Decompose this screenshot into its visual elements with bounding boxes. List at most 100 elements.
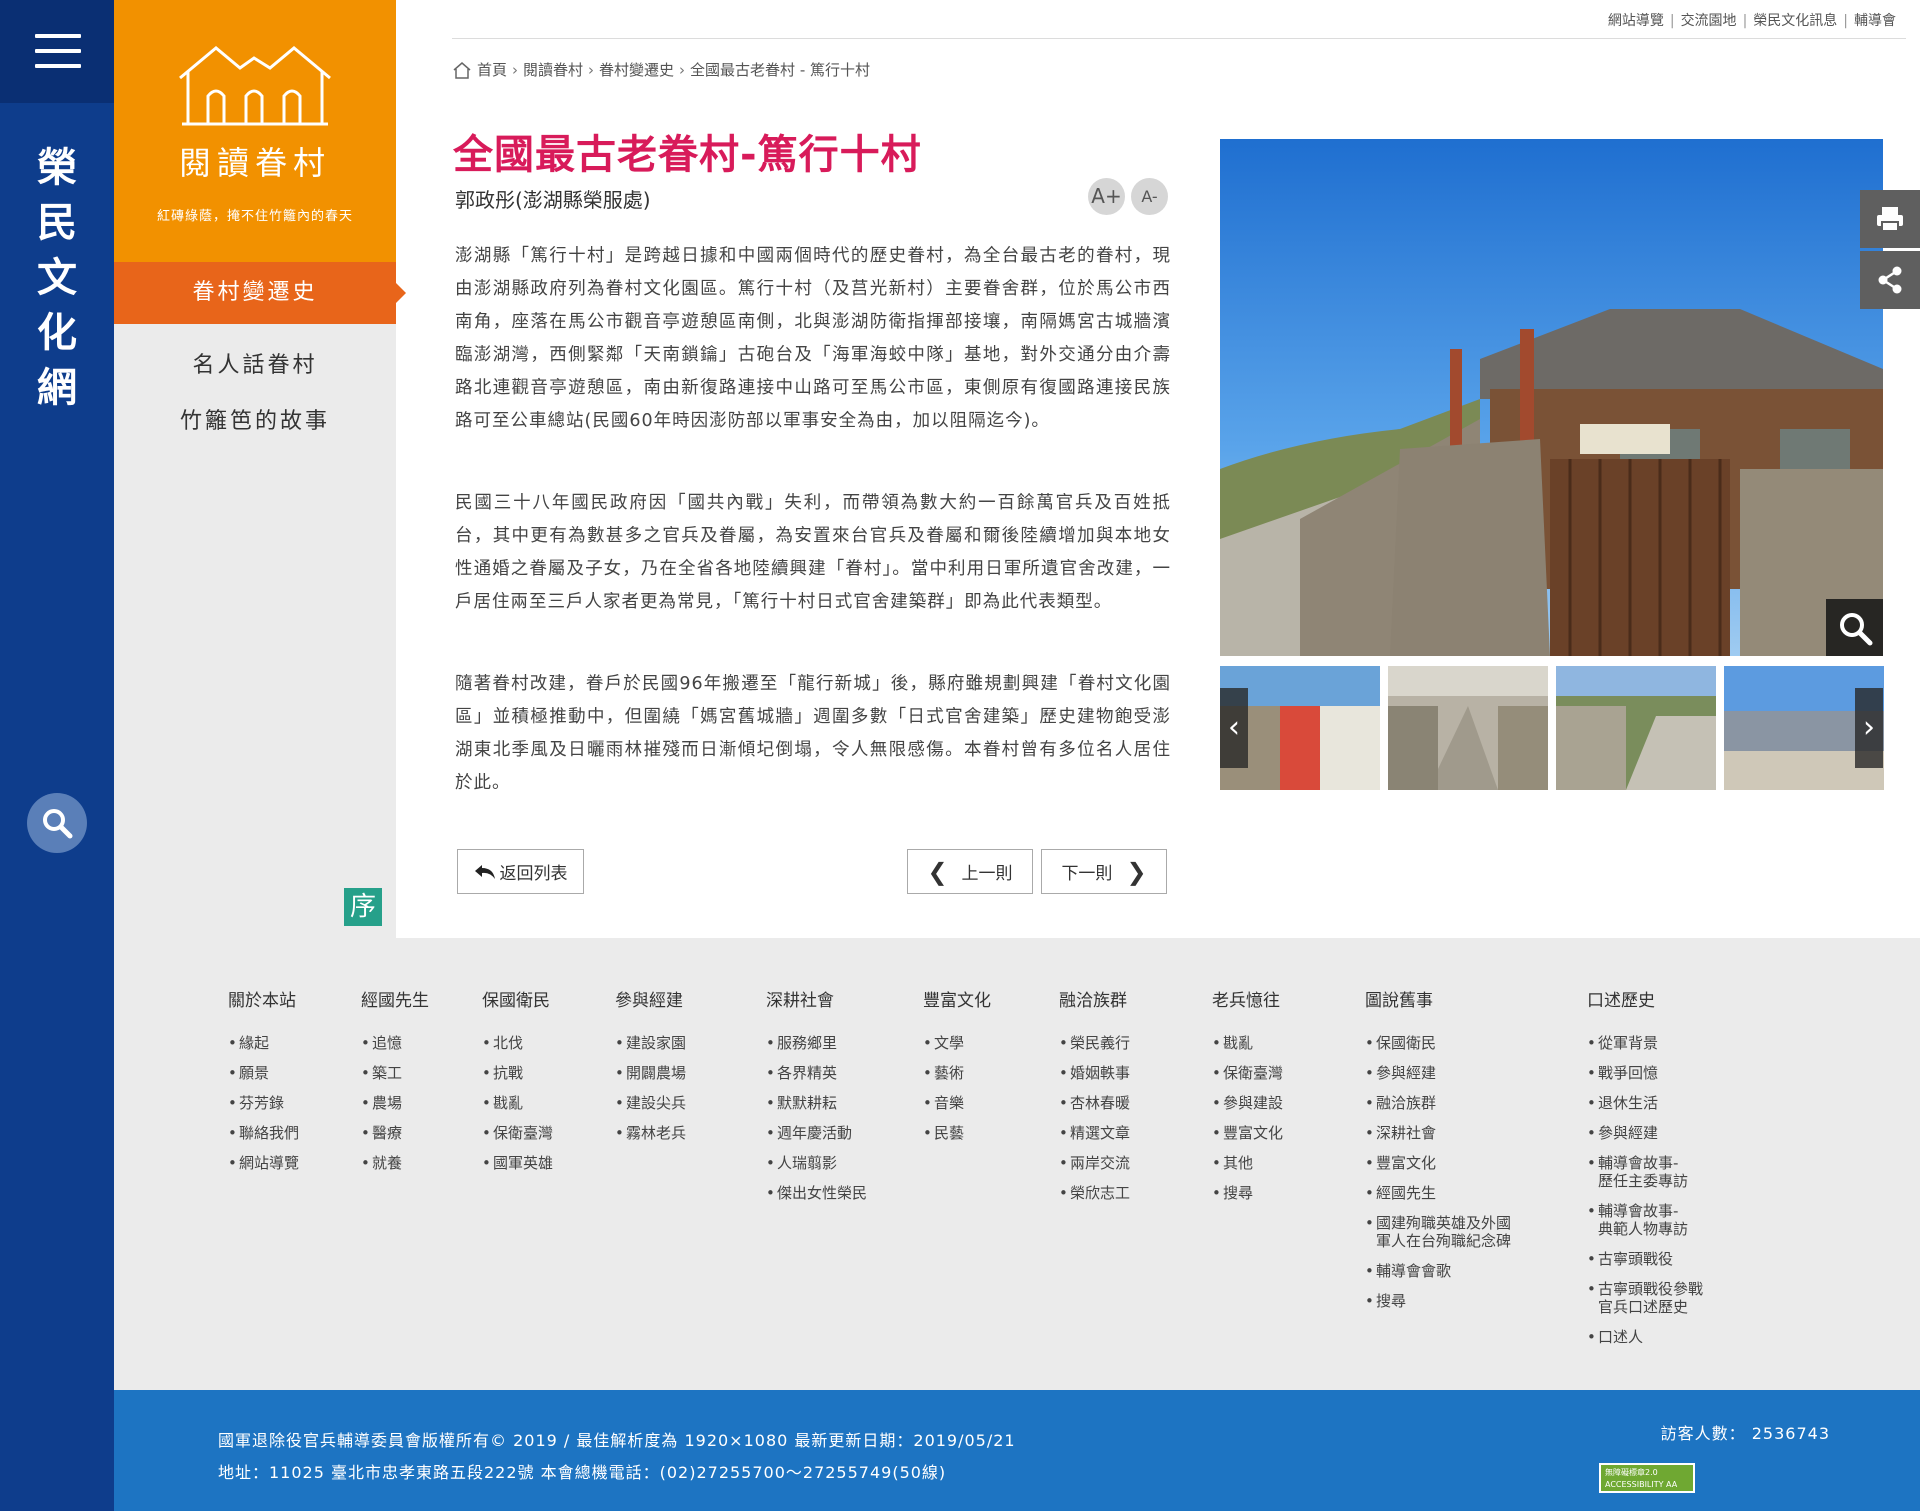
toplink[interactable]: 交流園地 (1681, 13, 1737, 29)
accessibility-badge[interactable]: 無障礙標章2.0 ACCESSIBILITY AA (1599, 1463, 1695, 1493)
print-icon (1877, 207, 1903, 232)
footer-link[interactable]: 杏林春暖 (1059, 1094, 1130, 1112)
footer-link[interactable]: 榮欣志工 (1059, 1184, 1130, 1202)
footer-column-title[interactable]: 經國先生 (361, 986, 429, 1011)
previous-button[interactable]: ❮ 上一則 (907, 849, 1033, 894)
print-button[interactable] (1860, 190, 1920, 248)
next-button[interactable]: 下一則 ❯ (1041, 849, 1167, 894)
footer-link[interactable]: 搜尋 (1212, 1184, 1283, 1202)
footer-link[interactable]: 聯絡我們 (228, 1124, 299, 1142)
footer-link[interactable]: 醫療 (361, 1124, 429, 1142)
footer-link[interactable]: 參與建設 (1212, 1094, 1283, 1112)
font-increase-button[interactable]: A+ (1088, 178, 1125, 215)
footer-link[interactable]: 農場 (361, 1094, 429, 1112)
sidebar-item-active[interactable]: 眷村變遷史 (114, 262, 406, 324)
footer-link[interactable]: 婚姻軼事 (1059, 1064, 1130, 1082)
footer-column-title[interactable]: 豐富文化 (923, 986, 991, 1011)
footer-link[interactable]: 網站導覽 (228, 1154, 299, 1172)
footer-link[interactable]: 民藝 (923, 1124, 991, 1142)
font-decrease-button[interactable]: A- (1131, 178, 1168, 215)
footer-link[interactable]: 追憶 (361, 1034, 429, 1052)
share-button[interactable] (1860, 251, 1920, 309)
footer-link[interactable]: 融洽族群 (1365, 1094, 1545, 1112)
footer-column-title[interactable]: 關於本站 (228, 986, 299, 1011)
sidebar-item[interactable]: 竹籬笆的故事 (114, 403, 396, 435)
footer-column-title[interactable]: 參與經建 (615, 986, 686, 1011)
sidebar-item[interactable]: 名人話眷村 (114, 347, 396, 379)
footer-link[interactable]: 榮民義行 (1059, 1034, 1130, 1052)
footer-column-title[interactable]: 圖說舊事 (1365, 986, 1545, 1011)
footer-link[interactable]: 保國衛民 (1365, 1034, 1545, 1052)
home-icon[interactable] (452, 61, 472, 79)
breadcrumb-item[interactable]: 首頁 (477, 59, 507, 80)
footer-link[interactable]: 芬芳錄 (228, 1094, 299, 1112)
footer-link[interactable]: 口述人 (1587, 1328, 1737, 1346)
footer-link[interactable]: 就養 (361, 1154, 429, 1172)
footer-link[interactable]: 各界精英 (766, 1064, 867, 1082)
footer-link[interactable]: 戡亂 (482, 1094, 553, 1112)
footer-link[interactable]: 豐富文化 (1212, 1124, 1283, 1142)
footer-link[interactable]: 音樂 (923, 1094, 991, 1112)
footer-link[interactable]: 戰爭回憶 (1587, 1064, 1737, 1082)
main-photo[interactable] (1220, 139, 1883, 656)
footer-link[interactable]: 古寧頭戰役參戰 官兵口述歷史 (1587, 1280, 1737, 1316)
footer-link[interactable]: 保衛臺灣 (1212, 1064, 1283, 1082)
footer-link[interactable]: 兩岸交流 (1059, 1154, 1130, 1172)
footer-link[interactable]: 抗戰 (482, 1064, 553, 1082)
footer-column-title[interactable]: 融洽族群 (1059, 986, 1130, 1011)
footer-link[interactable]: 霧林老兵 (615, 1124, 686, 1142)
footer-link[interactable]: 國建殉職英雄及外國 軍人在台殉職紀念碑 (1365, 1214, 1545, 1250)
footer-column-title[interactable]: 保國衛民 (482, 986, 553, 1011)
house-logo-icon (179, 46, 331, 126)
footer-link[interactable]: 願景 (228, 1064, 299, 1082)
footer-link[interactable]: 建設家園 (615, 1034, 686, 1052)
footer-link[interactable]: 從軍背景 (1587, 1034, 1737, 1052)
footer-column-title[interactable]: 老兵憶往 (1212, 986, 1283, 1011)
footer-link[interactable]: 開闢農場 (615, 1064, 686, 1082)
footer-link[interactable]: 北伐 (482, 1034, 553, 1052)
preface-badge[interactable]: 序 (344, 888, 382, 926)
toplink[interactable]: 輔導會 (1854, 13, 1896, 29)
breadcrumb-item[interactable]: 閱讀眷村 (523, 59, 583, 80)
back-to-list-button[interactable]: 返回列表 (457, 849, 584, 894)
footer-link[interactable]: 豐富文化 (1365, 1154, 1545, 1172)
footer-column-title[interactable]: 深耕社會 (766, 986, 867, 1011)
footer-link[interactable]: 建設尖兵 (615, 1094, 686, 1112)
thumbnail[interactable] (1556, 666, 1716, 790)
footer-link[interactable]: 戡亂 (1212, 1034, 1283, 1052)
zoom-button[interactable] (1826, 599, 1883, 656)
footer-link[interactable]: 築工 (361, 1064, 429, 1082)
thumbnail-next-arrow[interactable]: › (1855, 688, 1883, 768)
footer-link[interactable]: 參與經建 (1365, 1064, 1545, 1082)
footer-link[interactable]: 傑出女性榮民 (766, 1184, 867, 1202)
breadcrumb-item[interactable]: 眷村變遷史 (599, 59, 674, 80)
footer-link[interactable]: 其他 (1212, 1154, 1283, 1172)
footer-link[interactable]: 緣起 (228, 1034, 299, 1052)
search-button[interactable] (27, 793, 87, 853)
footer-link[interactable]: 服務鄉里 (766, 1034, 867, 1052)
footer-link[interactable]: 輔導會故事- 歷任主委專訪 (1587, 1154, 1737, 1190)
footer-column-title[interactable]: 口述歷史 (1587, 986, 1737, 1011)
footer-link[interactable]: 深耕社會 (1365, 1124, 1545, 1142)
toplink[interactable]: 榮民文化訊息 (1753, 13, 1837, 29)
footer-link[interactable]: 輔導會會歌 (1365, 1262, 1545, 1280)
footer-link[interactable]: 古寧頭戰役 (1587, 1250, 1737, 1268)
footer-link[interactable]: 輔導會故事- 典範人物專訪 (1587, 1202, 1737, 1238)
thumbnail[interactable] (1388, 666, 1548, 790)
footer-link[interactable]: 保衛臺灣 (482, 1124, 553, 1142)
footer-link[interactable]: 文學 (923, 1034, 991, 1052)
footer-link[interactable]: 人瑞翦影 (766, 1154, 867, 1172)
footer-link[interactable]: 藝術 (923, 1064, 991, 1082)
footer-link[interactable]: 退休生活 (1587, 1094, 1737, 1112)
footer-link[interactable]: 週年慶活動 (766, 1124, 867, 1142)
site-name[interactable]: 榮 民 文 化 網 (0, 140, 114, 415)
footer-link[interactable]: 經國先生 (1365, 1184, 1545, 1202)
footer-link[interactable]: 參與經建 (1587, 1124, 1737, 1142)
footer-link[interactable]: 搜尋 (1365, 1292, 1545, 1310)
hamburger-menu-icon[interactable] (35, 34, 81, 68)
thumbnail-prev-arrow[interactable]: ‹ (1220, 688, 1248, 768)
toplink[interactable]: 網站導覽 (1608, 13, 1664, 29)
footer-link[interactable]: 國軍英雄 (482, 1154, 553, 1172)
footer-link[interactable]: 默默耕耘 (766, 1094, 867, 1112)
footer-link[interactable]: 精選文章 (1059, 1124, 1130, 1142)
